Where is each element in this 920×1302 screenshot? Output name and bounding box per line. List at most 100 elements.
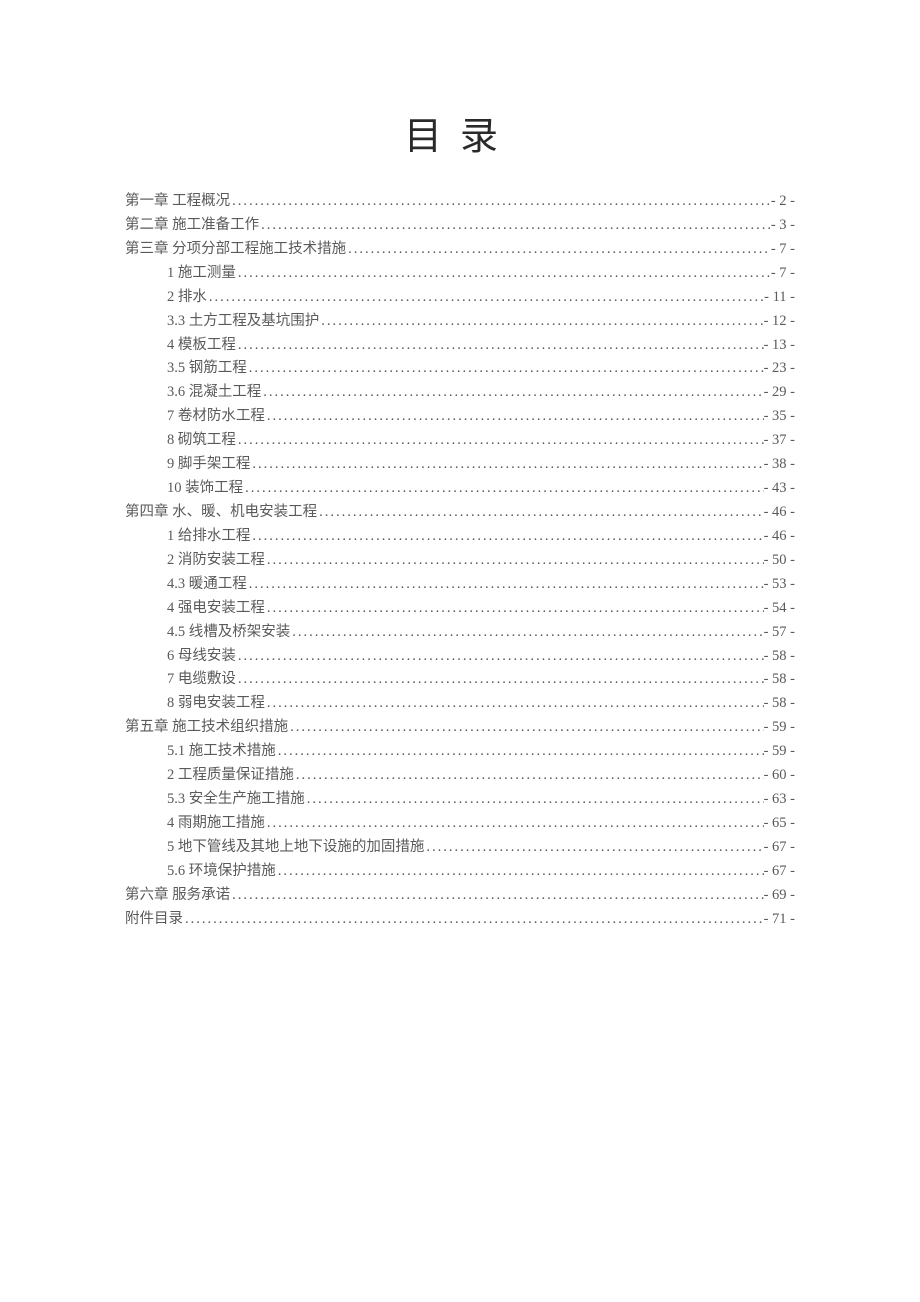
toc-leader-dots [247,573,764,597]
toc-entry-page: - 60 - [764,764,795,788]
toc-entry-label: 7 卷材防水工程 [167,405,265,429]
toc-entry-label: 4 雨期施工措施 [167,812,265,836]
toc-entry-label: 10 装饰工程 [167,477,243,501]
toc-entry-page: - 53 - [764,573,795,597]
toc-entry: 7 电缆敷设 - 58 - [125,668,795,692]
toc-leader-dots [247,357,764,381]
toc-entry: 第六章 服务承诺 - 69 - [125,884,795,908]
table-of-contents: 第一章 工程概况 - 2 -第二章 施工准备工作- 3 -第三章 分项分部工程施工… [125,190,795,932]
toc-entry-label: 第三章 分项分部工程施工技术措施 [125,238,346,262]
toc-entry-page: - 58 - [764,668,795,692]
toc-entry: 3.3 土方工程及基坑围护- 12 - [125,310,795,334]
toc-entry-label: 5 地下管线及其地上地下设施的加固措施 [167,836,424,860]
toc-entry-page: - 67 - [764,860,795,884]
toc-leader-dots [294,764,764,788]
toc-leader-dots [265,812,764,836]
toc-entry-page: - 13 - [764,334,795,358]
toc-entry-page: - 63 - [764,788,795,812]
toc-leader-dots [259,214,771,238]
toc-entry-label: 4.5 线槽及桥架安装 [167,621,290,645]
toc-leader-dots [317,501,763,525]
page-title: 目录 [125,105,795,160]
toc-entry-page: - 37 - [764,429,795,453]
toc-entry-label: 3.6 混凝土工程 [167,381,261,405]
toc-leader-dots [265,549,764,573]
toc-entry-label: 4.3 暖通工程 [167,573,247,597]
toc-entry-label: 6 母线安装 [167,645,236,669]
toc-entry: 2 工程质量保证措施 - 60 - [125,764,795,788]
toc-entry-label: 9 脚手架工程 [167,453,250,477]
toc-entry-label: 7 电缆敷设 [167,668,236,692]
toc-entry-page: - 29 - [764,381,795,405]
toc-leader-dots [207,286,764,310]
toc-leader-dots [250,525,763,549]
toc-entry-label: 第五章 施工技术组织措施 [125,716,288,740]
toc-leader-dots [236,262,771,286]
toc-entry-page: - 58 - [764,645,795,669]
toc-entry-page: - 7 - [771,238,795,262]
toc-entry-page: - 35 - [764,405,795,429]
toc-entry-page: - 46 - [764,525,795,549]
toc-entry: 附件目录- 71 - [125,908,795,932]
toc-entry-label: 2 消防安装工程 [167,549,265,573]
toc-entry: 7 卷材防水工程 - 35 - [125,405,795,429]
toc-entry-page: - 58 - [764,692,795,716]
toc-entry-label: 3.5 钢筋工程 [167,357,247,381]
toc-entry-page: - 65 - [764,812,795,836]
toc-entry: 第二章 施工准备工作- 3 - [125,214,795,238]
toc-entry-label: 1 施工测量 [167,262,236,286]
toc-entry-page: - 2 - [771,190,795,214]
toc-entry-page: - 69 - [764,884,795,908]
toc-leader-dots [261,381,763,405]
toc-leader-dots [319,310,763,334]
toc-entry-label: 第六章 服务承诺 [125,884,230,908]
toc-leader-dots [183,908,764,932]
toc-entry: 5.6 环境保护措施 - 67 - [125,860,795,884]
toc-entry: 4 强电安装工程- 54 - [125,597,795,621]
toc-leader-dots [265,405,764,429]
toc-entry: 1 施工测量 - 7 - [125,262,795,286]
toc-entry-page: - 59 - [764,716,795,740]
toc-entry-page: - 7 - [771,262,795,286]
toc-entry: 10 装饰工程- 43 - [125,477,795,501]
toc-entry: 4 模板工程 - 13 - [125,334,795,358]
toc-leader-dots [236,668,764,692]
toc-leader-dots [288,716,763,740]
toc-entry-label: 2 工程质量保证措施 [167,764,294,788]
toc-entry: 第四章 水、暖、机电安装工程 - 46 - [125,501,795,525]
toc-entry: 9 脚手架工程- 38 - [125,453,795,477]
toc-entry: 第三章 分项分部工程施工技术措施 - 7 - [125,238,795,262]
toc-leader-dots [236,334,764,358]
toc-leader-dots [424,836,763,860]
toc-entry-label: 5.3 安全生产施工措施 [167,788,305,812]
toc-leader-dots [305,788,764,812]
toc-entry-page: - 59 - [764,740,795,764]
toc-entry: 2 消防安装工程- 50 - [125,549,795,573]
toc-entry-label: 4 模板工程 [167,334,236,358]
toc-entry-label: 5.6 环境保护措施 [167,860,276,884]
toc-entry-label: 4 强电安装工程 [167,597,265,621]
toc-entry-page: - 46 - [764,501,795,525]
toc-entry-page: - 11 - [764,286,795,310]
toc-entry-label: 3.3 土方工程及基坑围护 [167,310,319,334]
toc-entry-label: 第四章 水、暖、机电安装工程 [125,501,317,525]
toc-entry-label: 8 弱电安装工程 [167,692,265,716]
toc-entry: 3.6 混凝土工程 - 29 - [125,381,795,405]
toc-entry-page: - 3 - [771,214,795,238]
toc-entry-label: 第一章 工程概况 [125,190,230,214]
toc-entry: 4.3 暖通工程 - 53 - [125,573,795,597]
toc-entry-label: 5.1 施工技术措施 [167,740,276,764]
toc-leader-dots [290,621,763,645]
toc-leader-dots [265,692,764,716]
toc-entry-label: 2 排水 [167,286,207,310]
toc-entry: 8 砌筑工程- 37 - [125,429,795,453]
toc-leader-dots [230,884,763,908]
toc-entry-page: - 67 - [764,836,795,860]
toc-entry: 2 排水 - 11 - [125,286,795,310]
toc-leader-dots [243,477,763,501]
toc-leader-dots [346,238,771,262]
toc-entry-page: - 57 - [764,621,795,645]
toc-entry: 第五章 施工技术组织措施 - 59 - [125,716,795,740]
toc-entry: 5.3 安全生产施工措施 - 63 - [125,788,795,812]
toc-entry: 5.1 施工技术措施 - 59 - [125,740,795,764]
